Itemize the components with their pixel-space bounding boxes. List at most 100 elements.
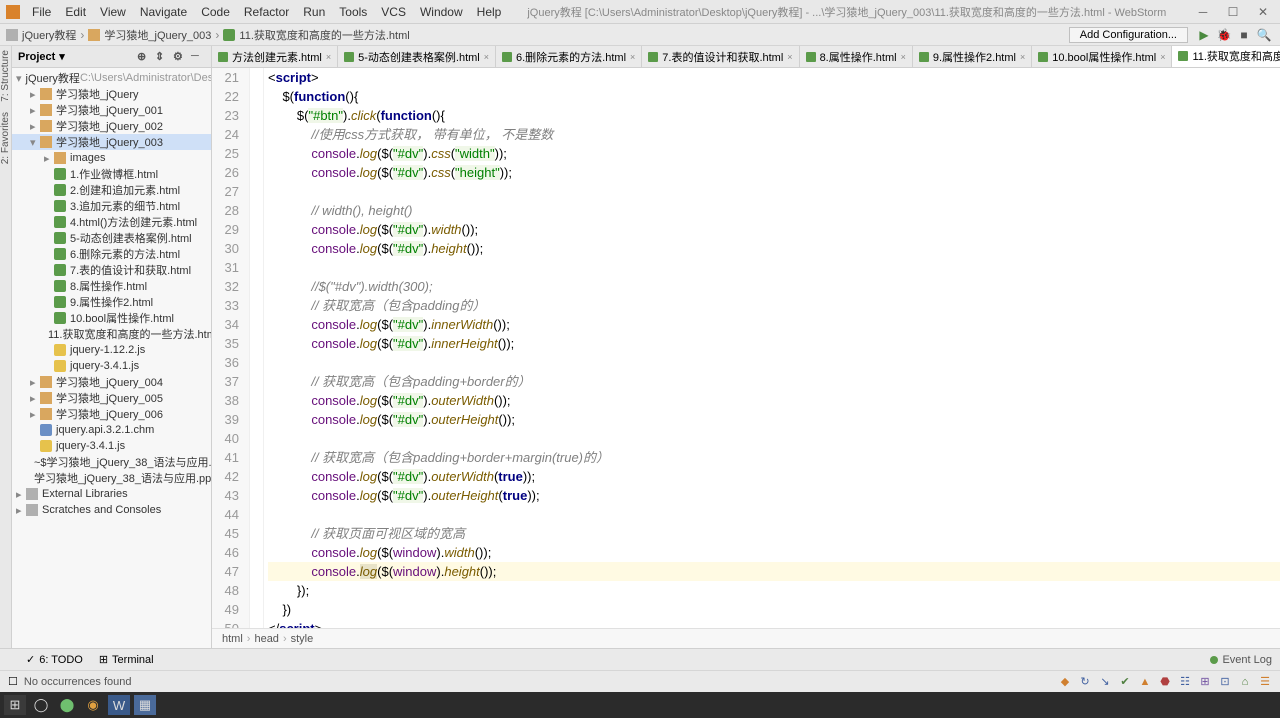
tree-node[interactable]: ▸学习猿地_jQuery — [12, 86, 211, 102]
tree-node[interactable]: 7.表的值设计和获取.html — [12, 262, 211, 278]
code-line[interactable]: // width(), height() — [268, 201, 1280, 220]
menu-window[interactable]: Window — [414, 3, 469, 21]
tree-node[interactable]: ▸学习猿地_jQuery_006 — [12, 406, 211, 422]
nav-crumb[interactable]: jQuery教程 — [22, 27, 76, 43]
code-line[interactable]: console.log($(window).height()); — [268, 562, 1280, 581]
event-log-button[interactable]: Event Log — [1210, 654, 1272, 666]
editor-tab[interactable]: 7.表的值设计和获取.html× — [642, 46, 799, 67]
close-icon[interactable]: × — [787, 52, 792, 62]
add-configuration-button[interactable]: Add Configuration... — [1069, 27, 1188, 43]
code-line[interactable]: console.log($("#dv").outerHeight(true)); — [268, 486, 1280, 505]
code-line[interactable]: console.log($("#dv").height()); — [268, 239, 1280, 258]
menu-refactor[interactable]: Refactor — [238, 3, 295, 21]
minimize-button[interactable]: ─ — [1192, 4, 1214, 20]
code-line[interactable]: $(function(){ — [268, 87, 1280, 106]
nav-crumb[interactable]: 学习猿地_jQuery_003 — [104, 27, 211, 43]
status-icon[interactable]: ↘ — [1098, 675, 1112, 689]
editor-tab[interactable]: 9.属性操作2.html× — [913, 46, 1032, 67]
tree-node[interactable]: ▸学习猿地_jQuery_001 — [12, 102, 211, 118]
status-icon[interactable]: ⊡ — [1218, 675, 1232, 689]
tree-node[interactable]: ▸学习猿地_jQuery_002 — [12, 118, 211, 134]
code-line[interactable]: // 获取宽高（包含padding+border的） — [268, 372, 1280, 391]
status-icon[interactable]: ◆ — [1058, 675, 1072, 689]
taskbar-app[interactable]: ▦ — [134, 695, 156, 715]
status-icon[interactable]: ⬣ — [1158, 675, 1172, 689]
tree-node[interactable]: 8.属性操作.html — [12, 278, 211, 294]
tree-node[interactable]: 学习猿地_jQuery_38_语法与应用.pptx — [12, 470, 211, 486]
menu-run[interactable]: Run — [297, 3, 331, 21]
code-line[interactable]: $("#btn").click(function(){ — [268, 106, 1280, 125]
code-line[interactable] — [268, 182, 1280, 201]
debug-button[interactable]: 🐞 — [1214, 25, 1234, 45]
expander-icon[interactable]: ▸ — [30, 88, 40, 101]
code-line[interactable]: // 获取宽高（包含padding的） — [268, 296, 1280, 315]
tree-node[interactable]: 5-动态创建表格案例.html — [12, 230, 211, 246]
tree-node[interactable]: 2.创建和追加元素.html — [12, 182, 211, 198]
tree-node[interactable]: ▸images — [12, 150, 211, 166]
editor-tab[interactable]: 5-动态创建表格案例.html× — [338, 46, 496, 67]
stop-button[interactable]: ■ — [1234, 25, 1254, 45]
code-line[interactable] — [268, 505, 1280, 524]
code-line[interactable]: console.log($("#dv").outerHeight()); — [268, 410, 1280, 429]
tree-node[interactable]: jquery-3.4.1.js — [12, 358, 211, 374]
close-button[interactable]: ✕ — [1252, 4, 1274, 20]
code-line[interactable]: }); — [268, 581, 1280, 600]
editor-tab[interactable]: 11.获取宽度和高度的一些方法.html× — [1172, 46, 1280, 67]
run-button[interactable]: ▶ — [1194, 25, 1214, 45]
code-line[interactable]: console.log($("#dv").innerWidth()); — [268, 315, 1280, 334]
menu-help[interactable]: Help — [471, 3, 508, 21]
menu-file[interactable]: File — [26, 3, 57, 21]
tree-node[interactable]: ▾学习猿地_jQuery_003 — [12, 134, 211, 150]
expander-icon[interactable]: ▸ — [30, 408, 40, 421]
editor-tab[interactable]: 10.bool属性操作.html× — [1032, 46, 1172, 67]
expander-icon[interactable]: ▸ — [30, 120, 40, 133]
code-line[interactable]: console.log($("#dv").outerWidth(true)); — [268, 467, 1280, 486]
status-icon[interactable]: ⊞ — [1198, 675, 1212, 689]
breadcrumb-item[interactable]: style — [291, 633, 314, 645]
code-line[interactable]: //使用css方式获取， 带有单位， 不是整数 — [268, 125, 1280, 144]
tree-node[interactable]: 6.删除元素的方法.html — [12, 246, 211, 262]
tree-node[interactable]: ▸学习猿地_jQuery_005 — [12, 390, 211, 406]
editor-tab[interactable]: 8.属性操作.html× — [800, 46, 913, 67]
code-line[interactable]: </script> — [268, 619, 1280, 628]
tree-node[interactable]: 11.获取宽度和高度的一些方法.html — [12, 326, 211, 342]
status-icon[interactable]: ✔ — [1118, 675, 1132, 689]
tree-node[interactable]: jquery-3.4.1.js — [12, 438, 211, 454]
menu-view[interactable]: View — [94, 3, 132, 21]
tree-node[interactable]: ▸学习猿地_jQuery_004 — [12, 374, 211, 390]
editor-body[interactable]: 2122232425262728293031323334353637383940… — [212, 68, 1280, 628]
expander-icon[interactable]: ▾ — [16, 72, 22, 85]
windows-start-button[interactable]: ⊞ — [4, 695, 26, 715]
code-line[interactable]: }) — [268, 600, 1280, 619]
tree-node[interactable]: ▾jQuery教程 C:\Users\Administrator\Desk — [12, 70, 211, 86]
gear-icon[interactable]: ⚙ — [173, 50, 187, 64]
status-icon[interactable]: ▲ — [1138, 675, 1152, 689]
expander-icon[interactable]: ▸ — [16, 488, 26, 501]
tree-node[interactable]: 3.追加元素的细节.html — [12, 198, 211, 214]
code-line[interactable] — [268, 429, 1280, 448]
close-icon[interactable]: × — [901, 52, 906, 62]
code-line[interactable]: console.log($("#dv").innerHeight()); — [268, 334, 1280, 353]
tree-node[interactable]: 10.bool属性操作.html — [12, 310, 211, 326]
code-line[interactable]: console.log($("#dv").css("width")); — [268, 144, 1280, 163]
code-line[interactable] — [268, 258, 1280, 277]
taskbar-chrome[interactable]: ◉ — [82, 695, 104, 715]
tree-node[interactable]: 9.属性操作2.html — [12, 294, 211, 310]
tree-node[interactable]: 1.作业微博框.html — [12, 166, 211, 182]
collapse-icon[interactable]: ⇕ — [155, 50, 169, 64]
terminal-button[interactable]: ⊞Terminal — [99, 653, 154, 666]
tree-node[interactable]: ▸External Libraries — [12, 486, 211, 502]
code-area[interactable]: <script> $(function(){ $("#btn").click(f… — [264, 68, 1280, 628]
status-icon[interactable]: ⌂ — [1238, 675, 1252, 689]
expander-icon[interactable]: ▾ — [30, 136, 40, 149]
code-line[interactable]: console.log($(window).width()); — [268, 543, 1280, 562]
breadcrumb-item[interactable]: head — [254, 633, 278, 645]
close-icon[interactable]: × — [484, 52, 489, 62]
close-icon[interactable]: × — [326, 52, 331, 62]
fold-strip[interactable] — [250, 68, 264, 628]
locate-icon[interactable]: ⊕ — [137, 50, 151, 64]
todo-button[interactable]: ✓6: TODO — [26, 653, 83, 666]
editor-tab[interactable]: 6.删除元素的方法.html× — [496, 46, 642, 67]
code-line[interactable] — [268, 353, 1280, 372]
menu-vcs[interactable]: VCS — [375, 3, 412, 21]
